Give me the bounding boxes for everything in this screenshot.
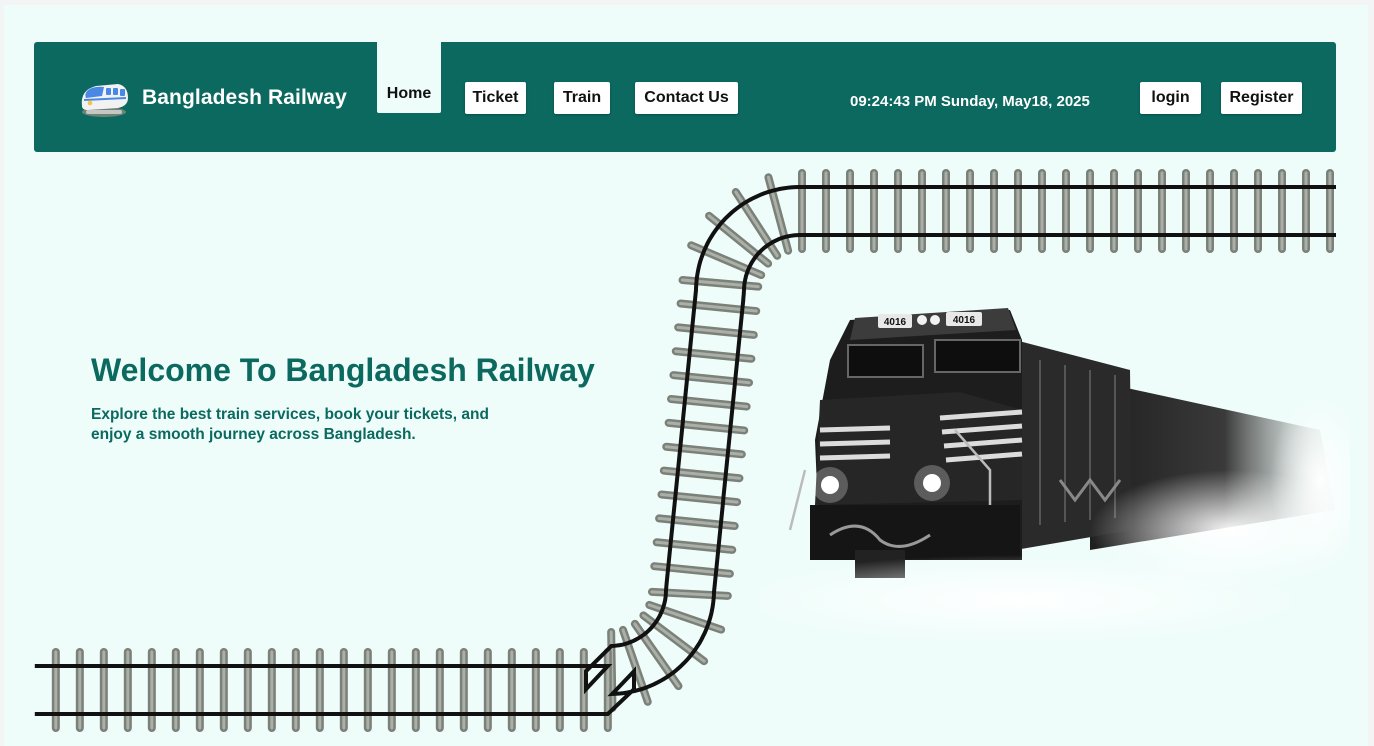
hero-subtitle-line-2: enjoy a smooth journey across Bangladesh… bbox=[91, 426, 416, 443]
brand-logo[interactable]: Bangladesh Railway bbox=[78, 76, 347, 120]
nav-ticket[interactable]: Ticket bbox=[465, 82, 526, 114]
nav-contact-us[interactable]: Contact Us bbox=[635, 82, 738, 114]
register-button[interactable]: Register bbox=[1221, 82, 1302, 114]
nav-train[interactable]: Train bbox=[554, 82, 610, 114]
nav-home[interactable]: Home bbox=[377, 40, 441, 113]
brand-name: Bangladesh Railway bbox=[142, 86, 347, 109]
locomotive-number-left: 4016 bbox=[884, 317, 907, 328]
hero-subtitle-line-1: Explore the best train services, book yo… bbox=[91, 406, 489, 423]
locomotive-number-right: 4016 bbox=[953, 315, 976, 326]
login-button[interactable]: login bbox=[1140, 82, 1201, 114]
train-icon bbox=[81, 84, 128, 117]
hero-subtitle: Explore the best train services, book yo… bbox=[91, 405, 521, 445]
current-datetime: 09:24:43 PM Sunday, May18, 2025 bbox=[850, 93, 1090, 110]
locomotive-image: 4016 4016 bbox=[760, 308, 1350, 640]
hero-title: Welcome To Bangladesh Railway bbox=[91, 352, 595, 388]
top-navbar: Bangladesh Railway Home Ticket Train Con… bbox=[34, 40, 1336, 152]
